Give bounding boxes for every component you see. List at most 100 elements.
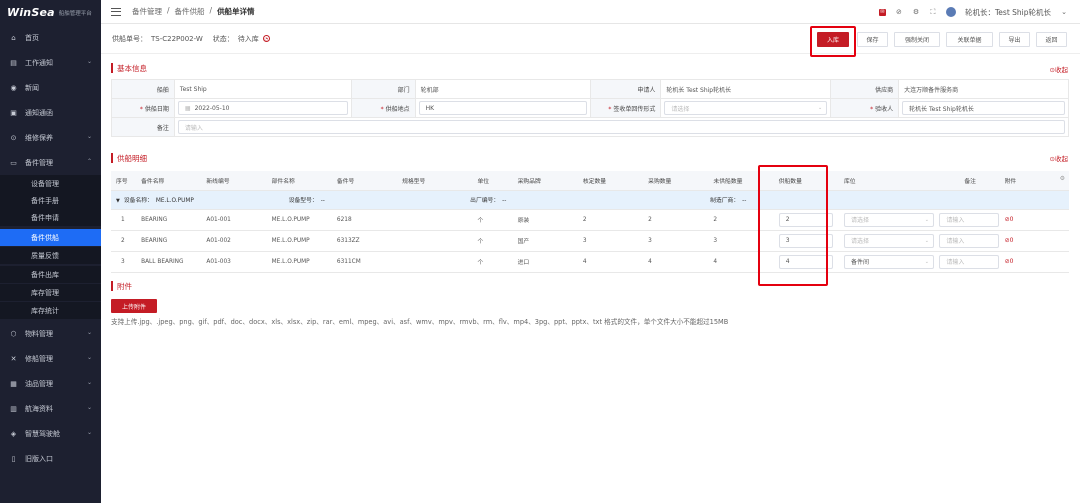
sidebar-sub-stats[interactable]: 库存统计 [0, 302, 101, 319]
location-select[interactable]: 备件间 ⌄ [843, 254, 934, 269]
sidebar: WinSea 船舶管理平台 ⌂ 首页 ▤ 工作通知 ⌄ ◉ 新闻 ▣ 通知通函 ⊙ 维修保养… [0, 0, 101, 503]
logo-subtitle: 船舶管理平台 [58, 10, 92, 17]
caret-down-icon[interactable]: ▼ [116, 198, 120, 204]
sidebar-item-home[interactable]: ⌂ 首页 [0, 25, 101, 50]
remark-field[interactable]: 请输入 [177, 120, 1065, 134]
receiver-field[interactable]: 轮机长 Test Ship轮机长 [902, 101, 1065, 115]
main-content: 备件管理 / 备件供船 / 供船单详情 ✉ ⊘ ⚙ ⛶ 轮机长：Test Ship轮… [101, 0, 1080, 503]
dept-label: 部门 [350, 79, 416, 99]
col-header: 备件号 [331, 171, 398, 191]
sidebar-sub-device[interactable]: 设备管理 [0, 175, 101, 192]
sidebar-item-label: 物料管理 [25, 329, 53, 338]
sidebar-item-dashboard[interactable]: ◈ 智慧驾驶舱 ⌄ [0, 421, 101, 446]
sidebar-item-label: 航海资料 [25, 404, 53, 413]
maintenance-icon: ⊙ [10, 133, 17, 142]
news-icon: ◉ [10, 83, 17, 92]
sidebar-sub-apply[interactable]: 备件申请 [0, 209, 101, 226]
fullscreen-icon[interactable]: ⛶ [929, 8, 937, 16]
remark-input[interactable]: 请输入 [939, 233, 1000, 248]
chevron-down-icon: ⌄ [86, 133, 92, 140]
sidebar-item-repair[interactable]: ✕ 修船管理 ⌄ [0, 346, 101, 371]
device-name-label: 设备名称： [123, 198, 153, 204]
ship-value: Test Ship [173, 79, 352, 99]
col-header: 序号 [111, 171, 137, 191]
sidebar-item-material[interactable]: ⬡ 物料管理 ⌄ [0, 321, 101, 346]
legacy-icon: ▯ [11, 454, 16, 463]
menu-toggle-icon[interactable] [111, 7, 121, 16]
highlight-box [758, 165, 828, 286]
receiver-label: 验收人 [875, 105, 894, 113]
avatar[interactable] [945, 7, 956, 17]
column-settings-icon[interactable]: ⚙ [1060, 176, 1065, 182]
collapse-detail[interactable]: ⊙收起 [1050, 153, 1068, 163]
location-select[interactable]: 请选择 ⌄ [843, 233, 934, 248]
breadcrumb: 备件管理 / 备件供船 / 供船单详情 [132, 6, 255, 17]
order-no-label: 供船单号： [112, 34, 147, 43]
supplier-label: 供应商 [830, 79, 900, 99]
sidebar-item-label: 通知通函 [25, 108, 53, 117]
sidebar-item-work-notice[interactable]: ▤ 工作通知 ⌄ [0, 50, 101, 75]
table-row: 2 BEARING A01-002 ME.L.O.PUMP 6313ZZ 个 国… [111, 230, 1069, 252]
status-clock-icon: ◔ [262, 35, 270, 42]
device-name: ME.L.O.PUMP [155, 198, 194, 204]
sidebar-item-label: 维修保养 [25, 133, 53, 142]
receipt-form-label: 签收单回传形式 [613, 105, 656, 113]
sidebar-sub-feedback[interactable]: 质量反馈 [0, 247, 101, 264]
status-label: 状态： [212, 34, 234, 43]
sidebar-item-maintenance[interactable]: ⊙ 维修保养 ⌄ [0, 125, 101, 150]
export-button[interactable]: 导出 [999, 32, 1030, 47]
settings-icon[interactable]: ⚙ [912, 8, 920, 16]
sidebar-item-spare-parts[interactable]: ▭ 备件管理 ⌃ [0, 150, 101, 175]
chevron-down-icon: ⌄ [86, 379, 92, 386]
breadcrumb-item[interactable]: 备件供船 [175, 6, 205, 17]
sidebar-item-navigation[interactable]: ▥ 航海资料 ⌄ [0, 396, 101, 421]
back-button[interactable]: 返回 [1036, 32, 1067, 47]
message-icon[interactable]: ✉ [878, 8, 886, 16]
material-icon: ⬡ [10, 329, 17, 338]
link-document-button[interactable]: 关联单据 [946, 32, 993, 47]
force-close-button[interactable]: 强制关闭 [894, 32, 940, 47]
collapse-label: 收起 [1055, 66, 1068, 74]
device-group-row: ▼ 设备名称： ME.L.O.PUMP 设备型号： -- 出厂编号： -- 制造厂商： -… [111, 190, 1069, 210]
sidebar-item-legacy[interactable]: ▯ 旧版入口 [0, 446, 101, 471]
app-logo[interactable]: WinSea 船舶管理平台 [0, 0, 101, 25]
device-model-label: 设备型号： [288, 198, 318, 204]
sidebar-item-label: 首页 [25, 33, 39, 42]
upload-attachment-button[interactable]: 上传附件 [111, 299, 157, 313]
sidebar-item-news[interactable]: ◉ 新闻 [0, 75, 101, 100]
collapse-basic[interactable]: ⊙收起 [1050, 64, 1068, 74]
remark-input[interactable]: 请输入 [939, 212, 1000, 227]
table-row: 3 BALL BEARING A01-003 ME.L.O.PUMP 6311C… [111, 251, 1069, 273]
maker-label: 制造厂商： [710, 198, 740, 204]
chevron-down-icon: ⌄ [86, 329, 92, 336]
save-button[interactable]: 保存 [857, 32, 888, 47]
col-header: 采购数量 [643, 171, 709, 191]
sidebar-item-oil[interactable]: ▦ 油品管理 ⌄ [0, 371, 101, 396]
sidebar-sub-supply[interactable]: 备件供船 [0, 229, 101, 246]
sidebar-sub-stock[interactable]: 库存管理 [0, 284, 101, 301]
link-icon[interactable]: ⊘ [895, 8, 903, 16]
remark-input[interactable]: 请输入 [939, 254, 1000, 269]
maker: -- [742, 198, 747, 204]
location-select[interactable]: 请选择 ⌄ [843, 212, 934, 227]
chevron-down-icon[interactable]: ⌄ [1060, 8, 1068, 16]
sidebar-sub-outbound[interactable]: 备件出库 [0, 266, 101, 283]
supply-date-field[interactable]: ▦ 2022-05-10 [177, 101, 348, 115]
breadcrumb-item[interactable]: 备件管理 [132, 6, 162, 17]
chevron-up-icon: ⌃ [86, 158, 92, 165]
sidebar-item-label: 智慧驾驶舱 [25, 429, 60, 438]
col-header: 备注 [934, 171, 1000, 191]
receipt-form-select[interactable]: 请选择 ⌄ [664, 101, 828, 115]
chevron-down-icon: ⌄ [86, 354, 92, 361]
supply-place-field[interactable]: HK [418, 101, 588, 115]
chevron-down-icon: ⌄ [924, 258, 929, 265]
highlight-box [810, 26, 856, 57]
chevron-down-icon: ⌄ [86, 429, 92, 436]
col-header: 新线编号 [201, 171, 267, 191]
factory-no: -- [502, 198, 507, 204]
sidebar-item-circular[interactable]: ▣ 通知通函 [0, 100, 101, 125]
sidebar-sub-manual[interactable]: 备件手册 [0, 192, 101, 209]
col-header: 规格型号 [397, 171, 473, 191]
user-name[interactable]: 轮机长：Test Ship轮机长 [965, 7, 1051, 18]
oil-icon: ▦ [10, 379, 17, 388]
